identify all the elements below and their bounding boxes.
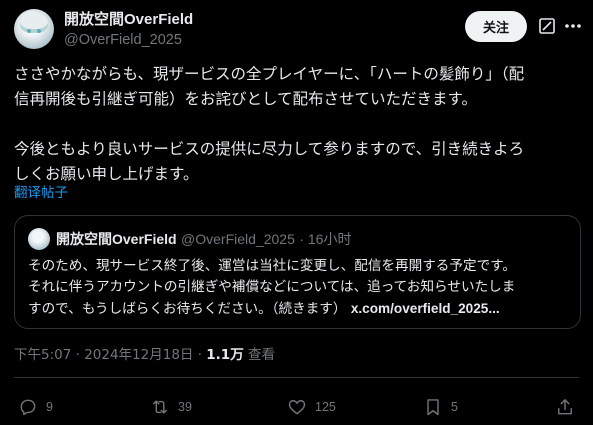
like-icon [288,400,306,415]
author-handle[interactable]: @OverField_2025 [64,31,193,50]
reply-count: 9 [46,400,53,414]
quote-time: 16小时 [307,231,352,247]
share-icon [558,399,572,415]
follow-button[interactable]: 关注 [465,11,527,42]
reply-button[interactable]: 9 [18,392,53,422]
views-label: 查看 [243,347,275,363]
divider [14,377,579,378]
bookmark-button[interactable]: 5 [423,392,458,422]
translate-post-link[interactable]: 翻译帖子 [14,183,68,203]
like-count: 125 [315,400,336,414]
quote-link[interactable]: x.com/overfield_2025... [351,301,500,316]
quote-separator: · [299,231,308,247]
bookmark-count: 5 [451,400,458,414]
tweet-line: 今後ともより良いサービスの提供に尽力して参りますので、引き続きよろ [14,140,525,158]
quote-line: すので、もうしばらくお待ちください。（続きます） x.com/overfield… [28,298,573,320]
bookmark-icon [427,399,439,416]
quoted-tweet[interactable]: 開放空間OverField @OverField_2025 · 16小时 そのた… [14,215,581,329]
action-bar: 9 39 125 5 [14,392,579,422]
quote-handle: @OverField_2025 [181,231,295,247]
more-icon[interactable] [563,16,583,36]
author-display-name[interactable]: 開放空間OverField [64,10,193,29]
view-count: 1.1万 [206,347,244,363]
tweet-line: しくお願い申し上げます。 [14,165,199,183]
repost-button[interactable]: 39 [150,392,192,422]
quote-line: そのため、現サービス終了後、運営は当社に変更し、配信を再開する予定です。 [28,258,517,274]
share-button[interactable] [555,392,575,422]
reply-icon [20,399,36,416]
tweet-timestamp: 下午5:07 · 2024年12月18日 · 1.1万 查看 [14,346,275,364]
author-block: 開放空間OverField @OverField_2025 [64,10,193,50]
quote-text: そのため、現サービス終了後、運営は当社に変更し、配信を再開する予定です。 それに… [28,256,573,320]
quote-display-name: 開放空間OverField [56,231,177,247]
grok-icon[interactable] [537,16,557,36]
tweet-line: ささやかながらも、現ザービスの全プレイヤーに、「ハートの髪飾り」（配 [14,65,525,83]
quote-line: それに伴うアカウントの引継ぎや補償などについては、追ってお知らせいたしま [28,279,516,295]
like-button[interactable]: 125 [287,392,336,422]
tweet-line: 信再開後も引継ぎ可能）をお詫びとして配布させていただきます。 [14,90,477,108]
quote-avatar [28,228,50,250]
repost-count: 39 [178,400,192,414]
repost-icon [153,400,167,414]
tweet-text: ささやかながらも、現ザービスの全プレイヤーに、「ハートの髪飾り」（配 信再開後も… [14,62,580,187]
tweet-header: 開放空間OverField @OverField_2025 关注 [14,8,583,52]
avatar[interactable] [14,9,54,49]
quote-header: 開放空間OverField @OverField_2025 · 16小时 [56,230,351,249]
timestamp-time[interactable]: 下午5:07 · 2024年12月18日 · [14,347,206,363]
quote-line-text: すので、もうしばらくお待ちください。（続きます） [28,301,347,317]
